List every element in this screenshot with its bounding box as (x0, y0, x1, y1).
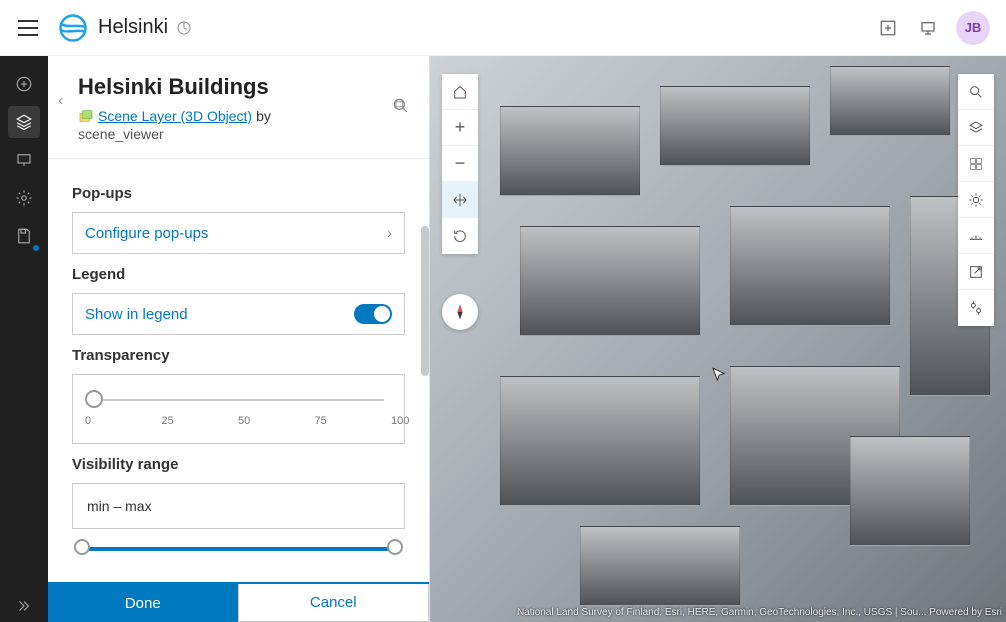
zoom-to-layer-button[interactable] (391, 96, 411, 121)
popups-section-label: Pop-ups (72, 185, 405, 202)
show-in-legend-toggle[interactable] (354, 304, 392, 324)
zoom-out-button[interactable]: − (442, 146, 478, 182)
measure-button[interactable] (958, 218, 994, 254)
menu-button[interactable] (16, 16, 40, 40)
zoom-in-button[interactable]: + (442, 110, 478, 146)
nav-toolbar: + − (442, 74, 478, 254)
panel-footer: Done Cancel (48, 582, 429, 622)
collapse-panel-button[interactable] (52, 92, 70, 110)
by-word: by (256, 108, 271, 124)
left-rail (0, 56, 48, 622)
rotate-button[interactable] (442, 218, 478, 254)
share-icon[interactable] (176, 20, 192, 36)
tick-50: 50 (238, 415, 239, 427)
basemap-button[interactable] (958, 146, 994, 182)
home-button[interactable] (442, 74, 478, 110)
layer-panel: Helsinki Buildings Scene Layer (3D Objec… (48, 56, 430, 622)
cursor-icon (710, 366, 728, 384)
tick-0: 0 (85, 415, 86, 427)
visibility-range-input[interactable]: min – max (72, 483, 405, 529)
rail-add[interactable] (8, 68, 40, 100)
layer-type-link[interactable]: Scene Layer (3D Object) (98, 108, 252, 124)
search-button[interactable] (958, 74, 994, 110)
settings-button[interactable] (958, 290, 994, 326)
tick-25: 25 (162, 415, 163, 427)
app-logo (58, 13, 88, 43)
layer-title: Helsinki Buildings (78, 74, 405, 100)
done-button[interactable]: Done (48, 584, 238, 622)
configure-popups-label: Configure pop-ups (85, 225, 208, 242)
compass-button[interactable] (442, 294, 478, 330)
tick-100: 100 (391, 415, 392, 427)
rail-expand[interactable] (8, 590, 40, 622)
rail-save[interactable] (8, 220, 40, 252)
transparency-thumb[interactable] (85, 390, 103, 408)
scene-view[interactable]: + − National Land Survey of Finland, Esr… (430, 56, 1006, 622)
panel-scrollbar[interactable] (421, 226, 429, 376)
show-in-legend-row: Show in legend (72, 293, 405, 335)
cancel-button[interactable]: Cancel (238, 584, 430, 622)
transparency-section-label: Transparency (72, 347, 405, 364)
map-attribution: National Land Survey of Finland, Esri, H… (517, 607, 1002, 618)
visibility-section-label: Visibility range (72, 456, 405, 473)
visibility-range-slider[interactable] (80, 537, 397, 561)
visibility-min-thumb[interactable] (74, 539, 90, 555)
top-bar: Helsinki JB (0, 0, 1006, 56)
rail-layers[interactable] (8, 106, 40, 138)
transparency-slider[interactable]: 0 25 50 75 100 (72, 374, 405, 444)
right-toolbar (958, 74, 994, 326)
chevron-right-icon: › (387, 225, 392, 242)
add-button[interactable] (868, 8, 908, 48)
tick-75: 75 (315, 415, 316, 427)
share-button[interactable] (958, 254, 994, 290)
rail-settings[interactable] (8, 182, 40, 214)
unsaved-indicator (33, 245, 39, 251)
show-in-legend-label: Show in legend (85, 306, 188, 323)
legend-section-label: Legend (72, 266, 405, 283)
pan-button[interactable] (442, 182, 478, 218)
layer-type-icon (78, 108, 94, 124)
app-title: Helsinki (98, 16, 168, 39)
visibility-max-thumb[interactable] (387, 539, 403, 555)
daylight-button[interactable] (958, 182, 994, 218)
user-avatar[interactable]: JB (956, 11, 990, 45)
layers-button[interactable] (958, 110, 994, 146)
configure-popups-button[interactable]: Configure pop-ups › (72, 212, 405, 254)
layer-owner: scene_viewer (78, 126, 405, 142)
present-button[interactable] (908, 8, 948, 48)
visibility-range-text: min – max (87, 498, 152, 514)
rail-present[interactable] (8, 144, 40, 176)
